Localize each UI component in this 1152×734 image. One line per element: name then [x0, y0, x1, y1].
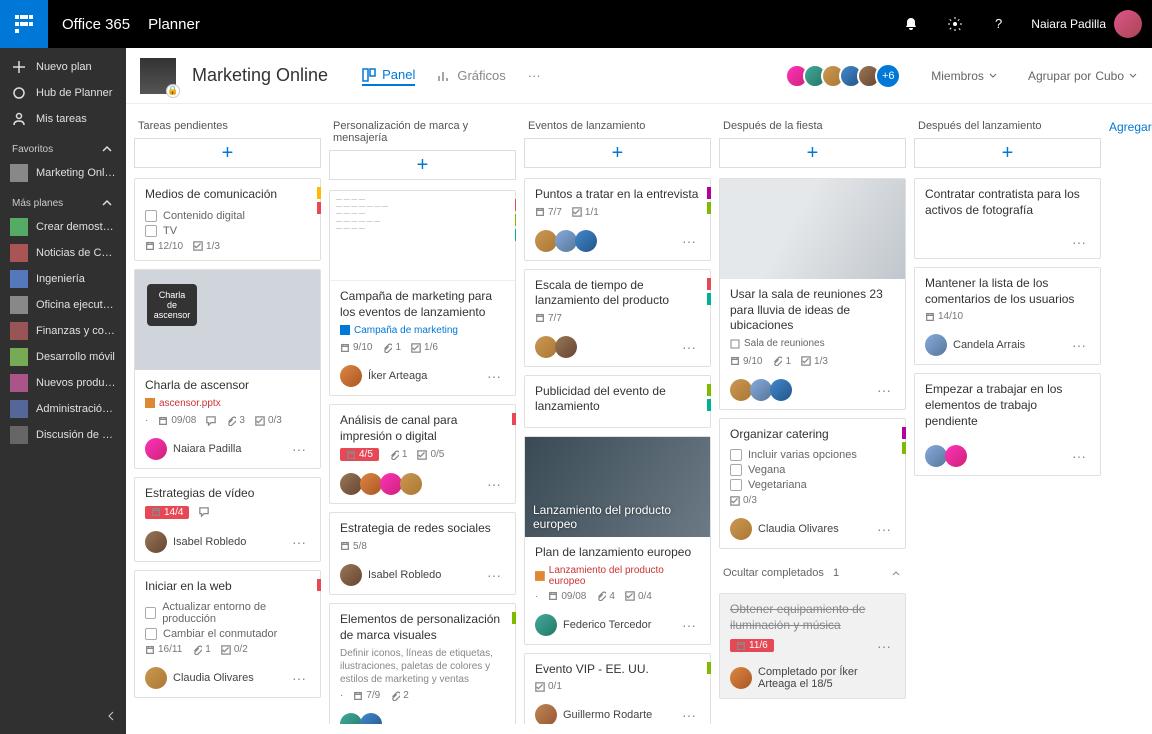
- lock-icon: 🔒: [166, 84, 180, 98]
- sidebar-plan-item[interactable]: Finanzas y contabilidad: [0, 318, 126, 344]
- task-card[interactable]: Mantener la lista de los comentarios de …: [914, 267, 1101, 365]
- suite-name: Office 365: [62, 16, 130, 33]
- tab-charts[interactable]: Gráficos: [437, 66, 505, 85]
- sidebar-plan-item[interactable]: Noticias de Contoso: [0, 240, 126, 266]
- card-more-icon[interactable]: ···: [483, 716, 505, 724]
- card-more-icon[interactable]: ···: [873, 638, 895, 654]
- task-card[interactable]: Medios de comunicaciónContenido digitalT…: [134, 178, 321, 261]
- card-more-icon[interactable]: ···: [288, 670, 310, 686]
- svg-text:?: ?: [995, 16, 1002, 31]
- task-card[interactable]: Empezar a trabajar en los elementos de t…: [914, 373, 1101, 476]
- add-task-button[interactable]: +: [914, 138, 1101, 168]
- task-card[interactable]: Elementos de personalización de marca vi…: [329, 603, 516, 724]
- user-menu[interactable]: Naiara Padilla: [1021, 10, 1152, 38]
- planner-hub[interactable]: Hub de Planner: [0, 80, 126, 106]
- favorites-section[interactable]: Favoritos: [0, 132, 126, 160]
- card-more-icon[interactable]: ···: [678, 339, 700, 355]
- app-launcher[interactable]: [0, 0, 48, 48]
- add-task-button[interactable]: +: [719, 138, 906, 168]
- card-more-icon[interactable]: ···: [678, 617, 700, 633]
- app-name: Planner: [148, 16, 200, 33]
- task-card[interactable]: Escala de tiempo de lanzamiento del prod…: [524, 269, 711, 367]
- task-card[interactable]: — — — —— — — — — — —— — — —— — — — — —— …: [329, 190, 516, 396]
- task-card[interactable]: Iniciar en la webActualizar entorno de p…: [134, 570, 321, 699]
- card-more-icon[interactable]: ···: [678, 233, 700, 249]
- sidebar-plan-item[interactable]: Discusión de grupo: [0, 422, 126, 448]
- tab-panel[interactable]: Panel: [362, 65, 415, 86]
- chevron-up-icon: [100, 142, 114, 156]
- card-more-icon[interactable]: ···: [483, 476, 505, 492]
- group-by[interactable]: Agrupar por Cubo: [1028, 69, 1138, 83]
- settings-icon[interactable]: [933, 0, 977, 48]
- chevron-up-icon: [100, 196, 114, 210]
- bucket-title: Después de la fiesta: [719, 114, 906, 138]
- collapse-sidebar[interactable]: [104, 709, 118, 726]
- plan-title: Marketing Online: [192, 65, 328, 86]
- card-more-icon[interactable]: ···: [483, 567, 505, 583]
- sidebar-plan-item[interactable]: Crear demostración: [0, 214, 126, 240]
- card-more-icon[interactable]: ···: [288, 441, 310, 457]
- bucket-title: Eventos de lanzamiento: [524, 114, 711, 138]
- card-more-icon[interactable]: ···: [1068, 448, 1090, 464]
- sidebar-plan-item[interactable]: Desarrollo móvil: [0, 344, 126, 370]
- add-task-button[interactable]: +: [524, 138, 711, 168]
- task-card[interactable]: Organizar cateringIncluir varias opcione…: [719, 418, 906, 550]
- more-menu[interactable]: ···: [528, 66, 541, 85]
- task-card[interactable]: Lanzamiento del producto europeoPlan de …: [524, 436, 711, 645]
- card-more-icon[interactable]: ···: [678, 707, 700, 723]
- task-card[interactable]: Puntos a tratar en la entrevista 7/7 1/1…: [524, 178, 711, 261]
- help-icon[interactable]: ?: [977, 0, 1021, 48]
- card-more-icon[interactable]: ···: [1068, 337, 1090, 353]
- member-stack[interactable]: +6: [791, 63, 901, 89]
- card-more-icon[interactable]: ···: [483, 368, 505, 384]
- card-more-icon[interactable]: ···: [1068, 234, 1090, 250]
- bucket-title: Tareas pendientes: [134, 114, 321, 138]
- bucket-title: Después del lanzamiento: [914, 114, 1101, 138]
- favorite-plan-item[interactable]: Marketing Online: [0, 160, 126, 186]
- completed-task-card[interactable]: Obtener equipamiento de iluminación y mú…: [719, 593, 906, 698]
- sidebar-plan-item[interactable]: Oficina ejecutiva: [0, 292, 126, 318]
- task-card[interactable]: Estrategia de redes sociales 5/8Isabel R…: [329, 512, 516, 595]
- hide-completed-toggle[interactable]: Ocultar completados 1: [719, 561, 906, 585]
- sidebar-plan-item[interactable]: Administración de pro…: [0, 396, 126, 422]
- bucket-title: Personalización de marca y mensajería: [329, 114, 516, 150]
- card-more-icon[interactable]: ···: [873, 382, 895, 398]
- more-members-badge: +6: [875, 63, 901, 89]
- notifications-icon[interactable]: [889, 0, 933, 48]
- task-card[interactable]: Charla de ascensorCharla de ascensorasce…: [134, 269, 321, 470]
- add-task-button[interactable]: +: [134, 138, 321, 168]
- sidebar: Nuevo plan Hub de Planner Mis tareas Fav…: [0, 48, 126, 734]
- task-card[interactable]: Estrategias de vídeo14/4 Isabel Robledo·…: [134, 477, 321, 562]
- task-card[interactable]: Publicidad del evento de lanzamiento: [524, 375, 711, 428]
- add-bucket[interactable]: Agregar nue: [1105, 114, 1152, 724]
- members-link[interactable]: Miembros: [931, 69, 998, 83]
- my-tasks[interactable]: Mis tareas: [0, 106, 126, 132]
- task-card[interactable]: Evento VIP - EE. UU. 0/1Guillermo Rodart…: [524, 653, 711, 724]
- task-card[interactable]: Usar la sala de reuniones 23 para lluvia…: [719, 178, 906, 410]
- sidebar-plan-item[interactable]: Ingeniería: [0, 266, 126, 292]
- new-plan[interactable]: Nuevo plan: [0, 54, 126, 80]
- user-avatar: [1114, 10, 1142, 38]
- task-card[interactable]: Contratar contratista para los activos d…: [914, 178, 1101, 259]
- sidebar-plan-item[interactable]: Nuevos productos: [0, 370, 126, 396]
- card-more-icon[interactable]: ···: [873, 521, 895, 537]
- task-card[interactable]: Análisis de canal para impresión o digit…: [329, 404, 516, 504]
- more-plans-section[interactable]: Más planes: [0, 186, 126, 214]
- card-more-icon[interactable]: ···: [288, 534, 310, 550]
- user-name: Naiara Padilla: [1031, 17, 1106, 31]
- add-task-button[interactable]: +: [329, 150, 516, 180]
